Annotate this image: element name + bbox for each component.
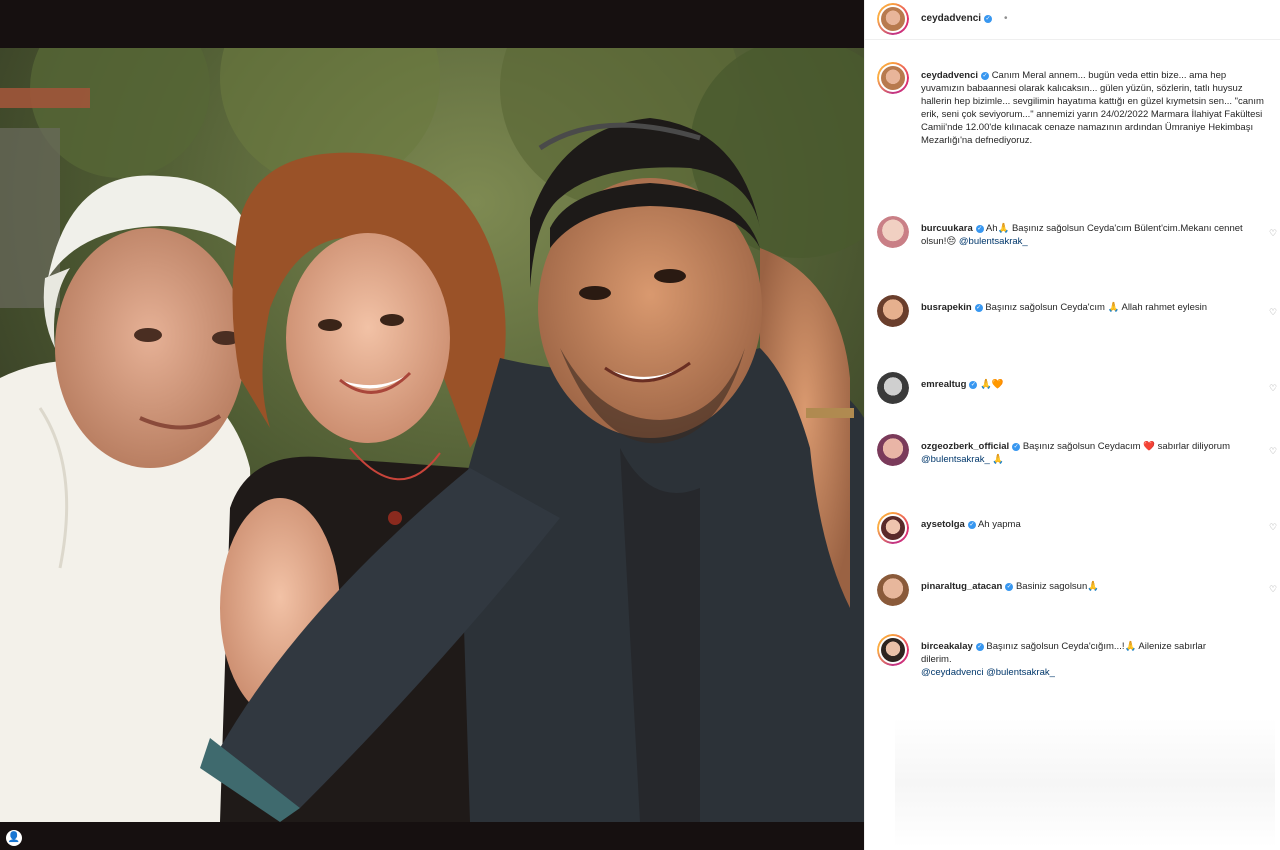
comment-avatar[interactable] <box>877 295 909 327</box>
comment-body: Başınız sağolsun Ceyda'cım 🙏 Allah rahme… <box>985 302 1208 313</box>
comment-mention[interactable]: @ceydadvenci @bulentsakrak_ <box>921 667 1055 678</box>
comment-username[interactable]: birceakalay <box>921 641 973 652</box>
post-photo[interactable] <box>0 48 864 822</box>
verified-icon: ✓ <box>974 304 983 312</box>
post-media[interactable]: 👤 <box>0 0 864 850</box>
like-comment-heart-icon[interactable]: ♡ <box>1268 584 1278 594</box>
verified-icon: ✓ <box>1005 583 1014 591</box>
post-caption: ceydadvenci ✓ Canım Meral annem... bugün … <box>921 69 1271 147</box>
comment-item: aysetolga ✓ Ah yapma <box>921 518 1261 531</box>
comment-username[interactable]: emrealtug <box>921 379 966 390</box>
comment-body: Ah yapma <box>977 519 1021 530</box>
comment-item: busrapekin ✓ Başınız sağolsun Ceyda'cım 🙏… <box>921 301 1261 314</box>
caption-username[interactable]: ceydadvenci <box>921 70 978 81</box>
verified-icon: ✓ <box>981 72 990 80</box>
comment-body: 🙏🧡 <box>980 379 1004 390</box>
comment-avatar[interactable] <box>877 574 909 606</box>
comment-username[interactable]: burcuukara <box>921 223 973 234</box>
comment-username[interactable]: busrapekin <box>921 302 972 313</box>
author-username-text[interactable]: ceydadvenci <box>921 13 981 24</box>
comment-username[interactable]: pinaraltug_atacan <box>921 581 1002 592</box>
verified-icon: ✓ <box>984 15 993 23</box>
verified-icon: ✓ <box>975 225 984 233</box>
comment-mention[interactable]: @bulentsakrak_ <box>921 454 990 465</box>
comment-avatar[interactable] <box>877 434 909 466</box>
comments-fade-overlay <box>895 718 1275 848</box>
verified-icon: ✓ <box>967 521 976 529</box>
like-comment-heart-icon[interactable]: ♡ <box>1268 383 1278 393</box>
photo-top-border <box>0 0 864 48</box>
comment-item: birceakalay ✓ Başınız sağolsun Ceyda'cığı… <box>921 640 1231 679</box>
comment-body: Basiniz sagolsun🙏 <box>1015 581 1100 592</box>
comment-avatar[interactable] <box>877 216 909 248</box>
author-avatar[interactable] <box>877 3 909 35</box>
comment-avatar[interactable] <box>877 372 909 404</box>
user-tag-icon[interactable]: 👤 <box>6 830 22 846</box>
like-comment-heart-icon[interactable]: ♡ <box>1268 522 1278 532</box>
caption-avatar[interactable] <box>877 62 909 94</box>
comment-body-suffix: 🙏 <box>989 454 1005 465</box>
comment-body: Başınız sağolsun Ceydacım ❤️ sabırlar di… <box>1022 441 1230 452</box>
like-comment-heart-icon[interactable]: ♡ <box>1268 446 1278 456</box>
author-username[interactable]: ceydadvenci ✓ <box>921 13 993 24</box>
comment-username[interactable]: ozgeozberk_official <box>921 441 1009 452</box>
verified-icon: ✓ <box>975 643 984 651</box>
post-side-panel: ceydadvenci ✓ • ceydadvenci ✓ Canım Meral … <box>864 0 1280 850</box>
verified-icon: ✓ <box>969 381 978 389</box>
like-comment-heart-icon[interactable]: ♡ <box>1268 228 1278 238</box>
header-dot-separator: • <box>1004 13 1008 24</box>
comment-item: emrealtug ✓ 🙏🧡 <box>921 378 1261 391</box>
verified-icon: ✓ <box>1012 443 1021 451</box>
comment-item: pinaraltug_atacan ✓ Basiniz sagolsun🙏 <box>921 580 1261 593</box>
comment-username[interactable]: aysetolga <box>921 519 965 530</box>
photo-illustration <box>0 48 864 822</box>
post-header: ceydadvenci ✓ • <box>865 0 1280 40</box>
comment-avatar[interactable] <box>877 634 909 666</box>
comment-avatar[interactable] <box>877 512 909 544</box>
comment-item: ozgeozberk_official ✓ Başınız sağolsun Ce… <box>921 440 1261 466</box>
photo-bottom-border <box>0 822 864 850</box>
like-comment-heart-icon[interactable]: ♡ <box>1268 307 1278 317</box>
comment-mention[interactable]: @bulentsakrak_ <box>959 236 1028 247</box>
comment-item: burcuukara ✓ Ah🙏 Başınız sağolsun Ceyda'c… <box>921 222 1261 248</box>
caption-text: Canım Meral annem... bugün veda ettin bi… <box>921 70 1264 146</box>
